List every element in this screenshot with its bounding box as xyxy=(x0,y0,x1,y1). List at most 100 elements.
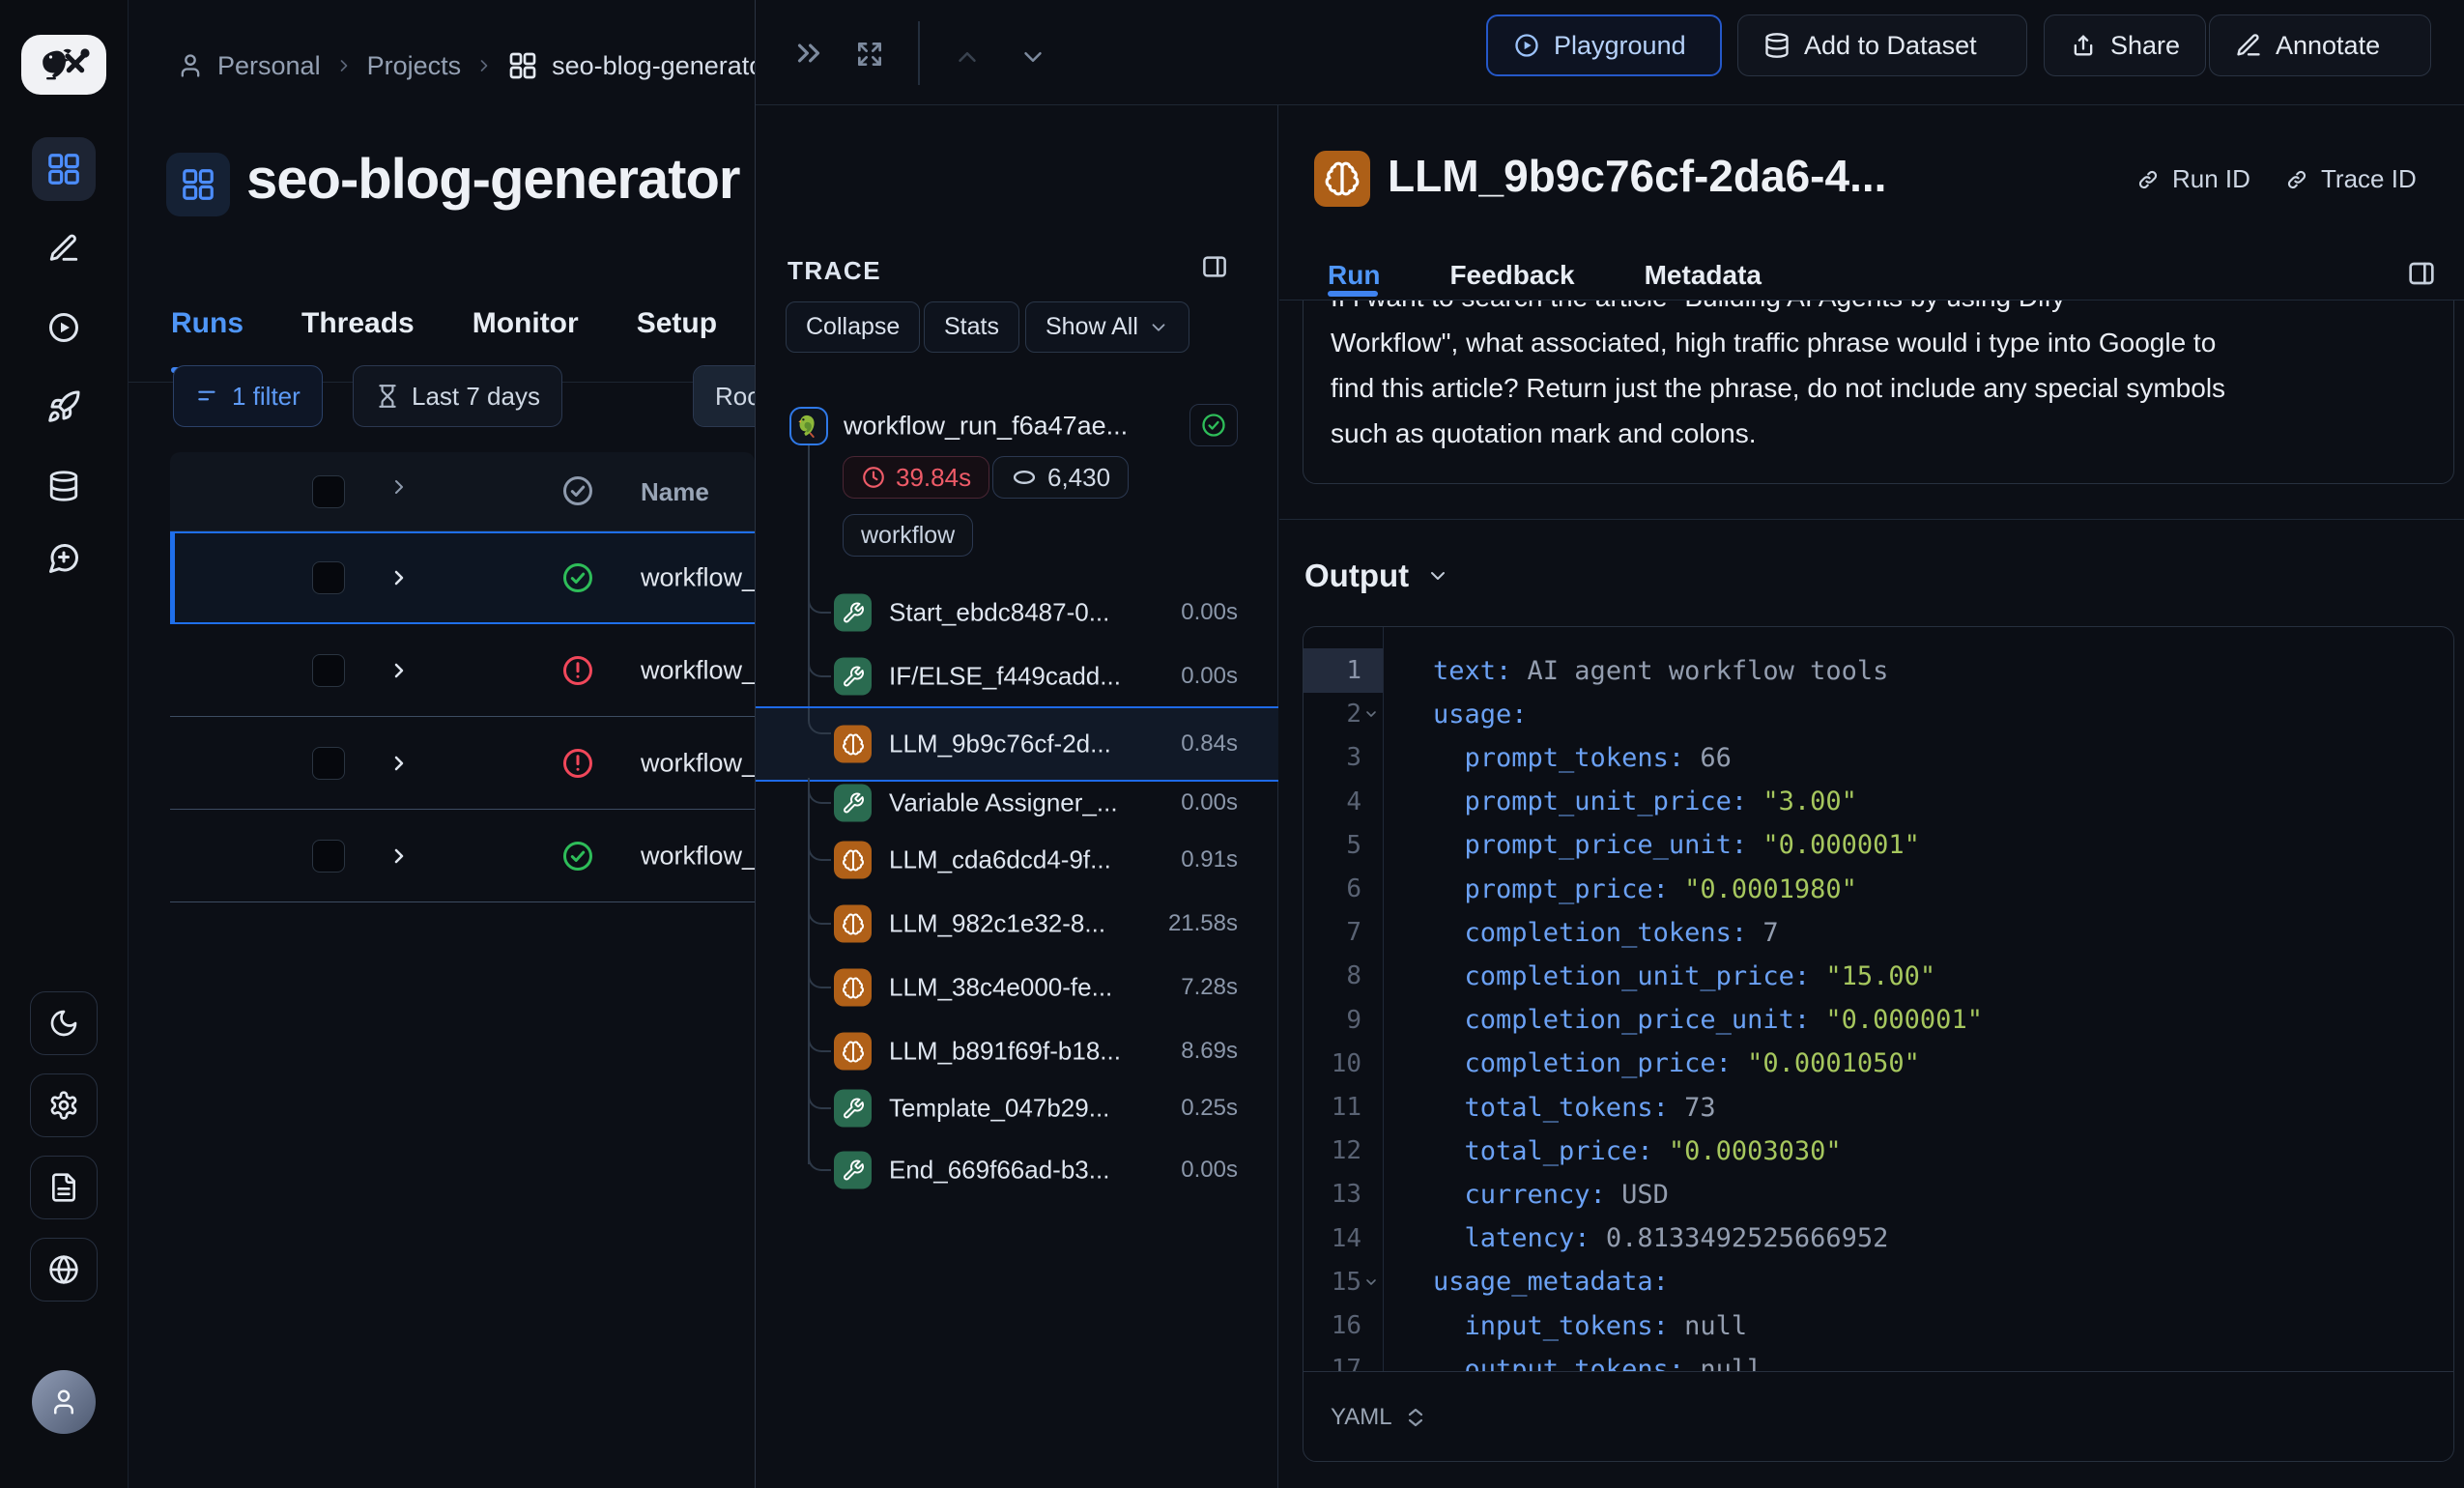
code-line[interactable]: 14 latency: 0.8133492525666952 xyxy=(1304,1216,2453,1261)
tree-connector-elbow xyxy=(808,778,831,804)
tab-run[interactable]: Run xyxy=(1328,260,1380,291)
segment-root-runs[interactable]: Root Runs xyxy=(694,366,755,426)
row-checkbox[interactable] xyxy=(312,561,345,594)
row-checkbox[interactable] xyxy=(312,654,345,687)
line-number: 17 xyxy=(1304,1347,1383,1371)
collapse-button[interactable]: Collapse xyxy=(786,301,920,353)
expand-row-icon[interactable] xyxy=(387,566,411,589)
app-logo[interactable] xyxy=(21,35,106,95)
trace-node-llm[interactable]: LLM_cda6dcd4-9f...0.91s xyxy=(756,833,1278,887)
sidebar-item-deploy[interactable] xyxy=(32,375,96,439)
trace-node-llm[interactable]: LLM_b891f69f-b18...8.69s xyxy=(756,1024,1278,1078)
expand-row-icon[interactable] xyxy=(387,659,411,682)
tab-setup[interactable]: Setup xyxy=(637,307,717,340)
docs-button[interactable] xyxy=(30,1156,98,1219)
stats-button[interactable]: Stats xyxy=(924,301,1019,353)
code-line[interactable]: 1text: AI agent workflow tools xyxy=(1304,648,2453,693)
code-line[interactable]: 15usage_metadata: xyxy=(1304,1260,2453,1304)
trace-node-duration: 8.69s xyxy=(1181,1038,1238,1065)
fold-chevron-icon[interactable] xyxy=(1363,706,1379,722)
run-id-link[interactable]: Run ID xyxy=(2135,164,2250,194)
user-avatar[interactable] xyxy=(32,1370,96,1434)
code-line[interactable]: 3 prompt_tokens: 66 xyxy=(1304,735,2453,780)
sidebar-item-runs[interactable] xyxy=(32,296,96,359)
trace-node-llm[interactable]: LLM_982c1e32-8...21.58s xyxy=(756,897,1278,951)
run-name[interactable]: workflow_run_f6a47ae xyxy=(641,563,755,593)
row-checkbox[interactable] xyxy=(312,747,345,780)
columns-icon[interactable] xyxy=(1200,252,1229,281)
sidebar-item-apps[interactable] xyxy=(32,137,96,201)
trace-node-llm[interactable]: LLM_9b9c76cf-2d...0.84s xyxy=(756,706,1278,782)
trace-node-tool[interactable]: Variable Assigner_...0.00s xyxy=(756,776,1278,830)
run-name[interactable]: workflow_run_db4ab9e xyxy=(641,841,755,871)
trace-node-tool[interactable]: Template_047b29...0.25s xyxy=(756,1081,1278,1135)
table-row[interactable]: workflow_run_db4ab9e xyxy=(170,810,755,902)
breadcrumb-project[interactable]: seo-blog-generator xyxy=(552,51,755,81)
code-editor[interactable]: 1text: AI agent workflow tools2usage:3 p… xyxy=(1304,627,2453,1371)
trace-root-node[interactable]: workflow_run_f6a47ae... xyxy=(756,395,1278,457)
show-all-dropdown[interactable]: Show All xyxy=(1025,301,1189,353)
row-checkbox[interactable] xyxy=(312,840,345,873)
collapse-drawer-icon[interactable] xyxy=(790,35,827,72)
breadcrumb-projects[interactable]: Projects xyxy=(367,51,462,81)
code-line[interactable]: 11 total_tokens: 73 xyxy=(1304,1085,2453,1130)
sidebar-item-feedback[interactable] xyxy=(32,527,96,590)
chevron-up-icon[interactable] xyxy=(953,43,982,72)
name-column-header[interactable]: Name xyxy=(641,477,709,507)
trace-node-llm[interactable]: LLM_38c4e000-fe...7.28s xyxy=(756,960,1278,1015)
theme-toggle-button[interactable] xyxy=(30,991,98,1055)
run-name[interactable]: workflow_run_446cb0d xyxy=(641,655,755,685)
tab-metadata[interactable]: Metadata xyxy=(1645,260,1762,291)
code-line[interactable]: 9 completion_price_unit: "0.000001" xyxy=(1304,998,2453,1043)
website-button[interactable] xyxy=(30,1238,98,1302)
table-row[interactable]: workflow_run_f6a47ae xyxy=(170,531,755,624)
code-line[interactable]: 8 completion_unit_price: "15.00" xyxy=(1304,954,2453,998)
settings-button[interactable] xyxy=(30,1073,98,1137)
add-to-dataset-button[interactable]: Add to Dataset xyxy=(1737,14,2027,76)
annotate-button[interactable]: Annotate xyxy=(2209,14,2431,76)
sidebar-item-datasets[interactable] xyxy=(32,454,96,518)
expand-row-icon[interactable] xyxy=(387,752,411,775)
code-line[interactable]: 5 prompt_price_unit: "0.000001" xyxy=(1304,823,2453,868)
code-line[interactable]: 17 output_tokens: null xyxy=(1304,1347,2453,1371)
tab-feedback[interactable]: Feedback xyxy=(1449,260,1574,291)
brain-icon xyxy=(834,1033,872,1071)
filter-button[interactable]: 1 filter xyxy=(173,365,323,427)
expand-icon[interactable] xyxy=(854,39,885,70)
select-all-checkbox[interactable] xyxy=(312,475,345,508)
expand-row-icon[interactable] xyxy=(387,844,411,868)
date-range-button[interactable]: Last 7 days xyxy=(353,365,562,427)
breadcrumb-personal[interactable]: Personal xyxy=(217,51,321,81)
columns-icon[interactable] xyxy=(2406,258,2437,289)
code-language-selector[interactable]: YAML xyxy=(1304,1371,2453,1462)
code-line[interactable]: 4 prompt_unit_price: "3.00" xyxy=(1304,780,2453,824)
wrench-icon xyxy=(834,658,872,696)
run-name[interactable]: workflow_run_588e02a xyxy=(641,748,755,778)
sidebar-item-edit[interactable] xyxy=(32,216,96,280)
code-line[interactable]: 7 completion_tokens: 7 xyxy=(1304,910,2453,955)
code-line[interactable]: 12 total_price: "0.0003030" xyxy=(1304,1129,2453,1173)
code-line[interactable]: 2usage: xyxy=(1304,692,2453,736)
code-line[interactable]: 13 currency: USD xyxy=(1304,1172,2453,1216)
share-button[interactable]: Share xyxy=(2044,14,2206,76)
brain-icon xyxy=(834,969,872,1007)
tab-monitor[interactable]: Monitor xyxy=(473,307,579,340)
tab-threads[interactable]: Threads xyxy=(301,307,415,340)
table-row[interactable]: workflow_run_588e02a xyxy=(170,717,755,810)
table-row[interactable]: workflow_run_446cb0d xyxy=(170,624,755,717)
code-line[interactable]: 16 input_tokens: null xyxy=(1304,1303,2453,1348)
run-type-segmented-control[interactable]: Root Runs LLM Calls xyxy=(693,365,755,427)
trace-node-tool[interactable]: Start_ebdc8487-0...0.00s xyxy=(756,586,1278,640)
chevron-right-icon[interactable] xyxy=(387,475,411,499)
trace-id-link[interactable]: Trace ID xyxy=(2284,164,2417,194)
playground-button[interactable]: Playground xyxy=(1486,14,1722,76)
code-line[interactable]: 6 prompt_price: "0.0001980" xyxy=(1304,867,2453,911)
output-section-header[interactable]: Output xyxy=(1304,558,1449,594)
trace-node-tool[interactable]: End_669f66ad-b3...0.00s xyxy=(756,1143,1278,1197)
trace-node-tool[interactable]: IF/ELSE_f449cadd...0.00s xyxy=(756,649,1278,703)
fold-chevron-icon[interactable] xyxy=(1363,1274,1379,1290)
code-line[interactable]: 10 completion_price: "0.0001050" xyxy=(1304,1042,2453,1086)
tab-runs[interactable]: Runs xyxy=(171,307,244,340)
input-text-scroll-area[interactable]: If i want to search the article "Buildin… xyxy=(1279,300,2464,484)
chevron-down-icon[interactable] xyxy=(1018,43,1047,72)
